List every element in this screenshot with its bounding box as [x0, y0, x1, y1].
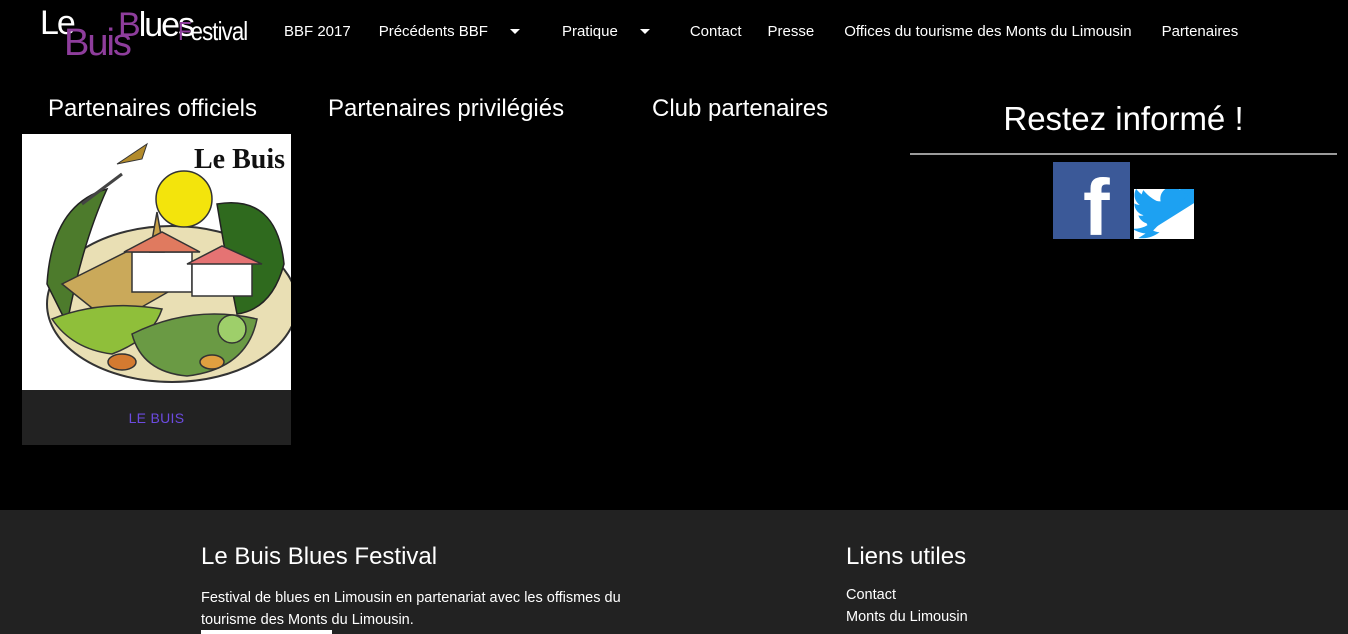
- twitter-icon[interactable]: [1131, 186, 1210, 239]
- facebook-glyph: f: [1083, 163, 1110, 240]
- nav-label: Presse: [767, 22, 815, 40]
- nav-label: Contact: [689, 22, 742, 40]
- footer-link-contact[interactable]: Contact: [846, 587, 896, 603]
- site-footer: Le Buis Blues Festival Festival de blues…: [0, 510, 1348, 634]
- logo-festival: Festival: [178, 16, 249, 47]
- footer-description: Festival de blues en Limousin en partena…: [201, 590, 621, 628]
- chevron-down-icon[interactable]: [639, 28, 650, 34]
- chevron-down-icon[interactable]: [509, 28, 520, 34]
- footer-title-festival: Le Buis Blues Festival: [201, 543, 438, 570]
- nav-item-offices-tourisme[interactable]: Offices du tourisme des Monts du Limousi…: [828, 0, 1145, 62]
- logo-festival-initial: F: [178, 16, 192, 46]
- nav-item-presse[interactable]: Presse: [756, 0, 829, 62]
- footer-link-monts-limousin[interactable]: Monts du Limousin: [846, 609, 968, 625]
- partner-caption-link[interactable]: LE BUIS: [22, 390, 291, 445]
- partner-logo-image[interactable]: Le Buis: [22, 134, 291, 390]
- nav-item-partenaires[interactable]: Partenaires: [1146, 0, 1253, 62]
- nav-item-pratique[interactable]: Pratique: [540, 0, 670, 62]
- footer-image-strip: [201, 630, 332, 634]
- nav-label: Pratique: [561, 22, 618, 40]
- nav-label: Précédents BBF: [378, 22, 488, 40]
- nav-label: BBF 2017: [284, 22, 351, 40]
- le-buis-illustration: Le Buis: [22, 134, 291, 390]
- divider: [910, 153, 1337, 155]
- nav-item-precedents-bbf[interactable]: Précédents BBF: [365, 0, 540, 62]
- footer-title-links: Liens utiles: [846, 543, 967, 570]
- privileged-partners-title: Partenaires privilégiés: [328, 95, 565, 122]
- illustration-title: Le Buis: [194, 144, 285, 175]
- nav-item-contact[interactable]: Contact: [670, 0, 756, 62]
- club-partners-title: Club partenaires: [652, 95, 829, 122]
- logo-festival-rest: estival: [190, 16, 249, 46]
- logo-blues-initial: B: [118, 6, 141, 44]
- nav-label: Offices du tourisme des Monts du Limousi…: [844, 22, 1132, 40]
- site-logo[interactable]: Le Buis Blues Festival: [38, 4, 248, 64]
- stay-informed-heading: Restez informé !: [1003, 100, 1244, 137]
- partner-card-le-buis[interactable]: Le Buis LE BUIS: [22, 134, 291, 445]
- facebook-icon[interactable]: f: [1053, 162, 1130, 239]
- nav-label: Partenaires: [1161, 22, 1239, 40]
- nav-item-bbf-2017[interactable]: BBF 2017: [270, 0, 365, 62]
- main-nav: BBF 2017 Précédents BBF Pratique Contact…: [270, 0, 1252, 62]
- official-partners-title: Partenaires officiels: [48, 95, 257, 122]
- twitter-bird-svg: [1131, 186, 1210, 239]
